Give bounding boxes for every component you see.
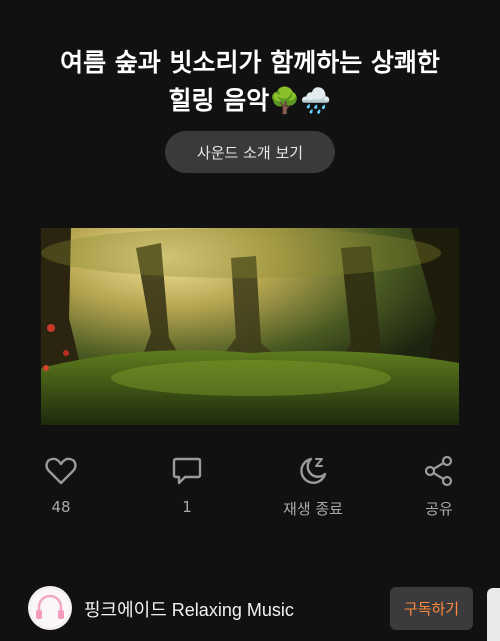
page-title: 여름 숲과 빗소리가 함께하는 상쾌한 힐링 음악🌳🌧️ <box>0 44 500 120</box>
share-action[interactable]: 공유 <box>389 450 489 519</box>
title-line-1: 여름 숲과 빗소리가 함께하는 상쾌한 <box>60 48 440 77</box>
comment-icon[interactable] <box>137 450 237 492</box>
tree-emoji-icon: 🌳 <box>269 86 301 115</box>
title-line-2-text: 힐링 음악 <box>168 86 270 115</box>
rain-cloud-emoji-icon: 🌧️ <box>300 86 332 115</box>
headphones-logo-icon <box>31 589 69 627</box>
comment-count: 1 <box>182 498 192 516</box>
forest-image-art <box>41 228 459 425</box>
share-icon[interactable] <box>389 450 489 492</box>
title-line-2: 힐링 음악🌳🌧️ <box>0 82 500 120</box>
like-count: 48 <box>51 498 71 516</box>
like-action[interactable]: 48 <box>11 450 111 516</box>
sleep-timer-action[interactable]: 재생 종료 <box>263 450 363 519</box>
thumbnail-image[interactable] <box>41 228 459 425</box>
channel-name[interactable]: 핑크에이드 Relaxing Music <box>84 596 294 622</box>
subscribe-button[interactable]: 구독하기 <box>390 587 473 630</box>
action-bar: 48 1 재생 종료 공유 <box>0 450 500 530</box>
heart-icon[interactable] <box>11 450 111 492</box>
channel-avatar[interactable] <box>28 586 72 630</box>
sleep-timer-label: 재생 종료 <box>283 500 343 518</box>
moon-sleep-icon[interactable] <box>263 450 363 492</box>
edge-panel-handle[interactable] <box>487 588 500 641</box>
sound-intro-button[interactable]: 사운드 소개 보기 <box>165 131 335 173</box>
share-label: 공유 <box>425 500 453 518</box>
channel-row: 핑크에이드 Relaxing Music 구독하기 <box>0 580 500 636</box>
comment-action[interactable]: 1 <box>137 450 237 516</box>
